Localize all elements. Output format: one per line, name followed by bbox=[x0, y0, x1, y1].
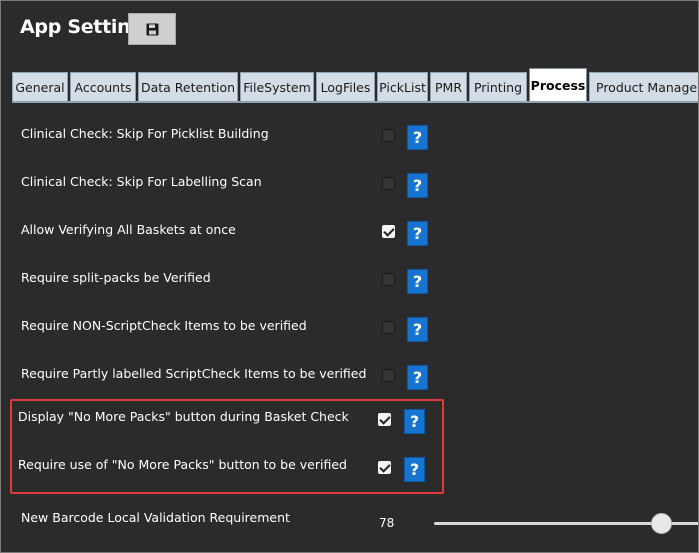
setting-row: Require Partly labelled ScriptCheck Item… bbox=[1, 365, 698, 395]
help-button[interactable]: ? bbox=[407, 125, 428, 150]
help-button[interactable]: ? bbox=[407, 221, 428, 246]
tab-accounts[interactable]: Accounts bbox=[70, 72, 136, 102]
setting-row: Require use of "No More Packs" button to… bbox=[1, 456, 698, 486]
help-button[interactable]: ? bbox=[404, 457, 425, 482]
app-settings-window: App Settings General Accounts Data Reten… bbox=[0, 0, 699, 553]
setting-row: Require NON-ScriptCheck Items to be veri… bbox=[1, 317, 698, 347]
setting-checkbox[interactable] bbox=[382, 369, 395, 382]
tab-data-retention[interactable]: Data Retention bbox=[138, 72, 238, 102]
setting-checkbox[interactable] bbox=[378, 461, 391, 474]
tab-pmr[interactable]: PMR bbox=[430, 72, 467, 102]
setting-row: Clinical Check: Skip For Labelling Scan … bbox=[1, 173, 698, 203]
setting-row: Display "No More Packs" button during Ba… bbox=[1, 408, 698, 438]
setting-label: Allow Verifying All Baskets at once bbox=[21, 222, 236, 237]
tab-general[interactable]: General bbox=[12, 72, 68, 102]
help-button[interactable]: ? bbox=[407, 173, 428, 198]
tab-divider bbox=[12, 101, 698, 103]
setting-checkbox[interactable] bbox=[382, 321, 395, 334]
setting-row: Clinical Check: Skip For Picklist Buildi… bbox=[1, 125, 698, 155]
save-button[interactable] bbox=[128, 13, 176, 45]
setting-row: Allow Verifying All Baskets at once ? bbox=[1, 221, 698, 251]
tab-filesystem[interactable]: FileSystem bbox=[240, 72, 314, 102]
tab-process[interactable]: Process bbox=[529, 68, 587, 102]
setting-checkbox[interactable] bbox=[382, 129, 395, 142]
tab-product-manager[interactable]: Product Manager bbox=[589, 72, 698, 102]
setting-label: Require Partly labelled ScriptCheck Item… bbox=[21, 366, 367, 381]
setting-label: Clinical Check: Skip For Picklist Buildi… bbox=[21, 126, 269, 141]
settings-tabs: General Accounts Data Retention FileSyst… bbox=[12, 68, 698, 102]
help-button[interactable]: ? bbox=[407, 269, 428, 294]
tab-printing[interactable]: Printing bbox=[469, 72, 527, 102]
setting-label: Require use of "No More Packs" button to… bbox=[18, 457, 347, 472]
tab-picklist[interactable]: PickList bbox=[377, 72, 428, 102]
help-button[interactable]: ? bbox=[407, 317, 428, 342]
slider-value: 78 bbox=[379, 516, 395, 530]
slider-thumb[interactable] bbox=[651, 513, 672, 534]
setting-checkbox[interactable] bbox=[382, 225, 395, 238]
tab-logfiles[interactable]: LogFiles bbox=[316, 72, 375, 102]
setting-checkbox[interactable] bbox=[382, 273, 395, 286]
help-button[interactable]: ? bbox=[404, 409, 425, 434]
setting-label: Display "No More Packs" button during Ba… bbox=[18, 409, 349, 424]
setting-label: Clinical Check: Skip For Labelling Scan bbox=[21, 174, 262, 189]
slider-label: New Barcode Local Validation Requirement bbox=[21, 510, 290, 525]
setting-label: Require split-packs be Verified bbox=[21, 270, 211, 285]
save-icon bbox=[146, 23, 158, 35]
setting-row: Require split-packs be Verified ? bbox=[1, 269, 698, 299]
help-button[interactable]: ? bbox=[407, 365, 428, 390]
setting-checkbox[interactable] bbox=[382, 177, 395, 190]
setting-label: Require NON-ScriptCheck Items to be veri… bbox=[21, 318, 307, 333]
setting-checkbox[interactable] bbox=[378, 413, 391, 426]
